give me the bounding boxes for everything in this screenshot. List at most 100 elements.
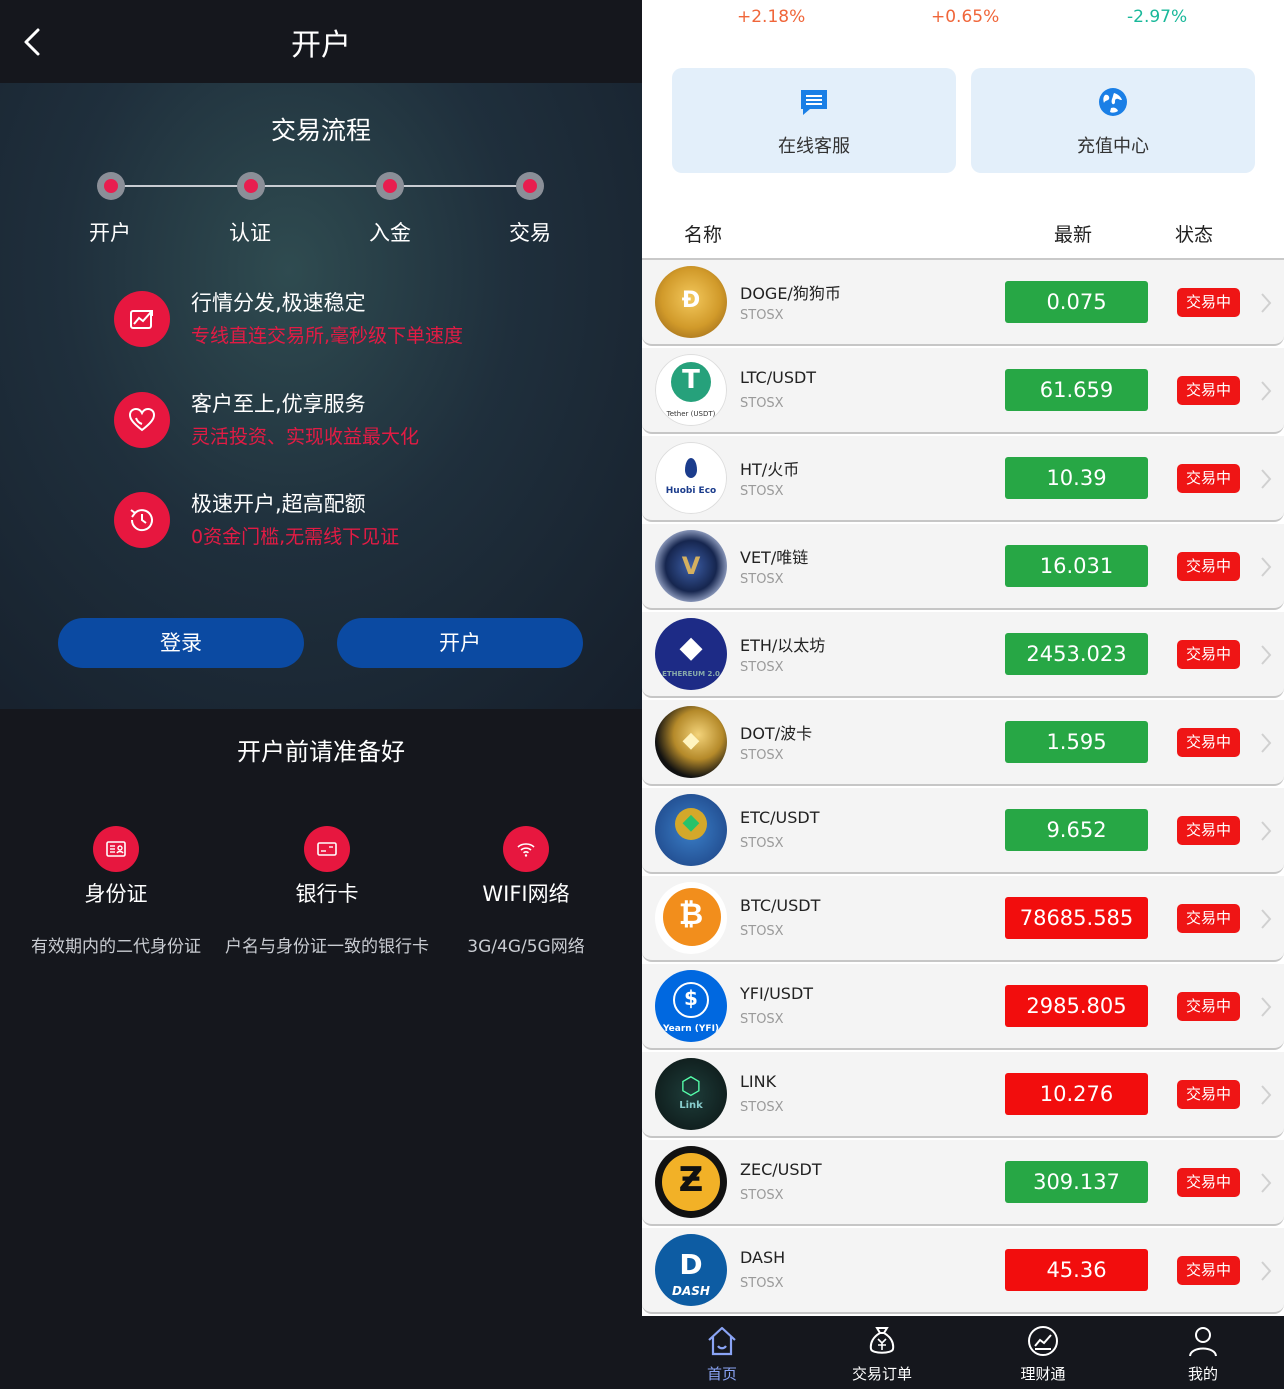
coin-name: VET/唯链 [740,548,809,567]
table-row[interactable]: ₿ BTC/USDT STOSX 78685.585 交易中 [642,876,1284,962]
status-badge: 交易中 [1177,728,1240,757]
chevron-right-icon [1261,909,1272,929]
coin-logo-eth: ◆ ETHEREUM 2.0 [655,618,727,690]
price-badge: 61.659 [1005,369,1148,411]
coin-name: ETC/USDT [740,808,820,827]
status-badge: 交易中 [1177,640,1240,669]
status-badge: 交易中 [1177,1168,1240,1197]
step-label-deposit: 入金 [369,221,411,245]
coin-exchange: STOSX [740,1100,784,1115]
step-label-trade: 交易 [509,221,551,245]
login-button[interactable]: 登录 [58,618,304,668]
coin-exchange: STOSX [740,308,784,323]
feature-subtitle: 灵活投资、实现收益最大化 [191,426,420,448]
chart-trend-icon [114,291,170,347]
prepare-item-desc: 3G/4G/5G网络 [467,937,585,957]
wifi-icon [503,826,549,872]
coin-exchange: STOSX [740,1188,784,1203]
coin-exchange: STOSX [740,484,784,499]
step-dot-3 [376,172,404,200]
tab-orders[interactable]: 交易订单 [822,1316,942,1389]
status-badge: 交易中 [1177,1256,1240,1285]
tab-mine[interactable]: 我的 [1143,1316,1263,1389]
step-label-open: 开户 [89,221,131,245]
prepare-item-bank-card: 银行卡 户名与身份证一致的银行卡 [222,826,432,964]
coin-exchange: STOSX [740,836,784,851]
coin-logo-link: ⬡ Link [655,1058,727,1130]
table-row[interactable]: V VET/唯链 STOSX 16.031 交易中 [642,524,1284,610]
heart-icon [114,392,170,448]
table-row[interactable]: Ð DOGE/狗狗币 STOSX 0.075 交易中 [642,260,1284,346]
bottom-tab-bar: 首页 交易订单 理财通 我的 [642,1316,1284,1389]
price-badge: 2453.023 [1005,633,1148,675]
status-badge: 交易中 [1177,552,1240,581]
change-percent: +2.18% [737,7,806,27]
table-row[interactable]: ⬡ Link LINK STOSX 10.276 交易中 [642,1052,1284,1138]
chat-icon [801,90,827,115]
coin-logo-usdt: T Tether (USDT) [655,354,727,426]
table-row[interactable]: ◆ ETHEREUM 2.0 ETH/以太坊 STOSX 2453.023 交易中 [642,612,1284,698]
open-account-button[interactable]: 开户 [337,618,583,668]
tab-finance[interactable]: 理财通 [983,1316,1103,1389]
status-badge: 交易中 [1177,464,1240,493]
tab-label: 我的 [1187,1365,1218,1383]
coin-exchange: STOSX [740,924,784,939]
feature-market: 行情分发,极速稳定 专线直连交易所,毫秒级下单速度 [114,287,594,349]
table-row[interactable]: Ƶ ZEC/USDT STOSX 309.137 交易中 [642,1140,1284,1226]
account-open-panel: 开户 交易流程 开户 认证 入金 交易 行情分发,极速稳定 专线直连交易所,毫秒… [0,0,642,1389]
chevron-right-icon [1261,1085,1272,1105]
coin-exchange: STOSX [740,1276,784,1291]
feature-service: 客户至上,优享服务 灵活投资、实现收益最大化 [114,388,594,450]
tab-label: 首页 [706,1365,737,1383]
coin-name: HT/火币 [740,460,800,479]
price-badge: 16.031 [1005,545,1148,587]
feature-title: 客户至上,优享服务 [191,392,366,416]
coin-exchange: STOSX [740,660,784,675]
table-row[interactable]: T Tether (USDT) LTC/USDT STOSX 61.659 交易中 [642,348,1284,434]
price-badge: 1.595 [1005,721,1148,763]
coin-name: ZEC/USDT [740,1160,822,1179]
feature-subtitle: 0资金门槛,无需线下见证 [191,526,400,548]
prepare-item-name: 身份证 [84,882,148,906]
status-badge: 交易中 [1177,376,1240,405]
feature-title: 行情分发,极速稳定 [191,291,366,315]
coin-name: YFI/USDT [740,984,814,1003]
change-percent: +0.65% [931,7,1000,27]
table-row[interactable]: Huobi Eco HT/火币 STOSX 10.39 交易中 [642,436,1284,522]
home-icon [708,1326,736,1356]
coin-name: LTC/USDT [740,368,817,387]
price-badge: 78685.585 [1005,897,1148,939]
steps-line [112,185,532,187]
status-badge: 交易中 [1177,288,1240,317]
recharge-center-button[interactable]: 充值中心 [971,68,1255,173]
coin-logo-vet: V [655,530,727,602]
trade-process-section: 交易流程 开户 认证 入金 交易 行情分发,极速稳定 专线直连交易所,毫秒级下单… [0,83,642,709]
table-row[interactable]: ◆ ETC/USDT STOSX 9.652 交易中 [642,788,1284,874]
chevron-right-icon [1261,1173,1272,1193]
chevron-right-icon [1261,557,1272,577]
id-card-icon [93,826,139,872]
price-badge: 2985.805 [1005,985,1148,1027]
process-title: 交易流程 [270,116,371,145]
tab-home[interactable]: 首页 [662,1316,782,1389]
coin-name: ETH/以太坊 [740,636,826,655]
table-row[interactable]: $ Yearn (YFI) YFI/USDT STOSX 2985.805 交易中 [642,964,1284,1050]
chevron-right-icon [1261,733,1272,753]
money-bag-icon [869,1327,895,1354]
table-row[interactable]: ◆ DOT/波卡 STOSX 1.595 交易中 [642,700,1284,786]
globe-icon [1099,88,1127,116]
online-service-button[interactable]: 在线客服 [672,68,956,173]
coin-exchange: STOSX [740,572,784,587]
feature-subtitle: 专线直连交易所,毫秒级下单速度 [191,325,464,347]
coin-logo-zec: Ƶ [655,1146,727,1218]
coin-logo-dot: ◆ [655,706,727,778]
quick-action-label: 充值中心 [1077,136,1149,157]
top-bar: 开户 [0,0,642,83]
coin-name: DOT/波卡 [740,724,813,743]
coin-logo-btc: ₿ [655,882,727,954]
table-row[interactable]: D DASH DASH STOSX 45.36 交易中 [642,1228,1284,1314]
feature-title: 极速开户,超高配额 [191,492,366,516]
chevron-right-icon [1261,1261,1272,1281]
status-badge: 交易中 [1177,1080,1240,1109]
prepare-item-desc: 户名与身份证一致的银行卡 [225,937,429,957]
